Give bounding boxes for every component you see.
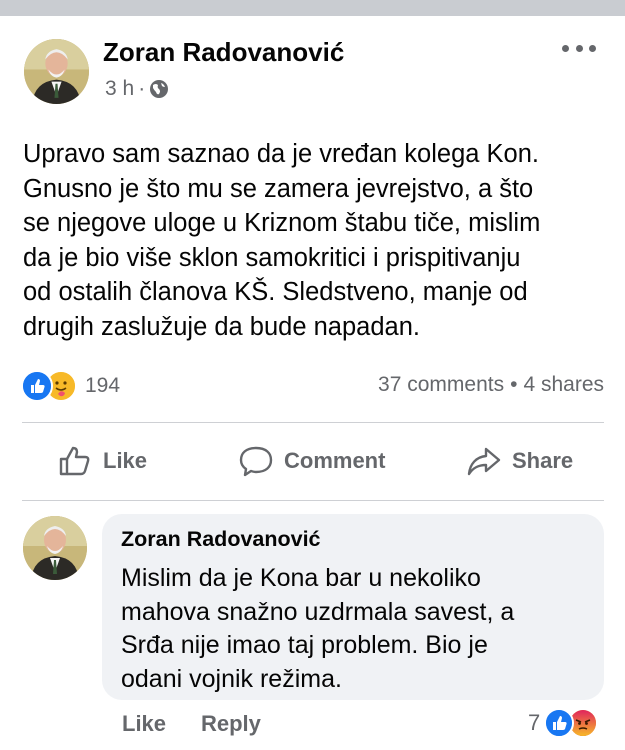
stats-separator: • xyxy=(510,373,518,396)
post-time[interactable]: 3 h xyxy=(105,77,134,101)
reaction-count: 194 xyxy=(85,374,121,397)
divider xyxy=(22,500,604,501)
comment-author-name[interactable]: Zoran Radovanović xyxy=(121,527,321,552)
comment-author-avatar[interactable] xyxy=(23,516,87,580)
comment-button[interactable]: Comment xyxy=(238,441,385,481)
shares-count[interactable]: 4 shares xyxy=(523,373,604,396)
comment-label: Comment xyxy=(284,448,386,473)
post-text: Upravo sam saznao da je vređan kolega Ko… xyxy=(23,137,613,344)
comment-text-line: Srđa nije imao taj problem. Bio je xyxy=(121,631,488,659)
comment-like-button[interactable]: Like xyxy=(122,711,166,737)
avatar-photo xyxy=(23,516,87,580)
comment-icon xyxy=(239,446,273,477)
share-label: Share xyxy=(512,448,574,473)
comment-text: Mislim da je Kona bar u nekoliko mahova … xyxy=(121,562,591,696)
post-author-avatar[interactable] xyxy=(24,39,89,104)
globe-icon[interactable] xyxy=(149,79,169,99)
comment-reply-button[interactable]: Reply xyxy=(201,711,261,737)
top-edge-bar xyxy=(0,0,625,16)
post-author-name[interactable]: Zoran Radovanović xyxy=(103,37,344,68)
divider xyxy=(22,422,604,423)
meta-separator: · xyxy=(138,77,146,100)
post-text-line: da je bio više sklon samokritici i prisp… xyxy=(23,243,521,272)
share-arrow-icon xyxy=(467,447,501,476)
like-reaction-icon xyxy=(544,708,575,738)
comment-text-line: mahova snažno uzdrmala savest, a xyxy=(121,597,515,626)
avatar-photo xyxy=(24,39,89,104)
post-text-line: se njegove uloge u Kriznom štabu tiče, m… xyxy=(23,209,541,237)
thumbs-up-icon xyxy=(59,446,90,476)
more-dot xyxy=(589,44,596,52)
comment-bubble: Zoran Radovanović Mislim da je Kona bar … xyxy=(102,514,604,700)
post-text-line: od ostalih članova KŠ. Sledstveno, manje… xyxy=(23,278,528,306)
comment-reactions[interactable]: 7 xyxy=(528,708,599,738)
comment-text-line: odani vojnik režima. xyxy=(121,664,342,693)
more-options-icon[interactable] xyxy=(562,38,596,58)
comments-count[interactable]: 37 comments xyxy=(378,373,504,396)
more-dot xyxy=(575,44,583,52)
engagement-stats: 37 comments • 4 shares xyxy=(378,373,604,397)
share-button[interactable]: Share xyxy=(466,441,573,481)
reactions-summary[interactable]: 194 xyxy=(21,370,120,402)
comment-text-line: Mislim da je Kona bar u nekoliko xyxy=(121,564,481,592)
comment-reaction-count: 7 xyxy=(528,710,541,735)
more-dot xyxy=(562,44,569,52)
like-reaction-icon xyxy=(21,370,53,402)
post-meta: 3 h · xyxy=(105,77,169,101)
like-button[interactable]: Like xyxy=(57,441,147,481)
post-text-line: drugih zaslužuje da bude napadan. xyxy=(23,312,420,341)
post-text-line: Upravo sam saznao da je vređan kolega Ko… xyxy=(23,140,539,168)
post-text-line: Gnusno je što mu se zamera jevrejstvo, a… xyxy=(23,174,534,203)
like-label: Like xyxy=(103,448,148,473)
